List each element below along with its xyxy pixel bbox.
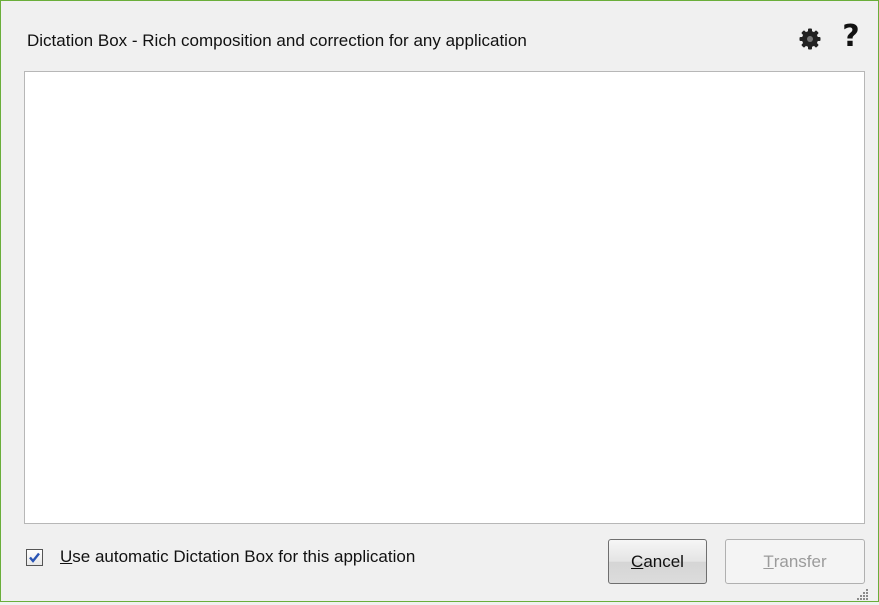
transfer-button[interactable]: Transfer — [725, 539, 865, 584]
dictation-text-area[interactable] — [24, 71, 865, 524]
dialog-title: Dictation Box - Rich composition and cor… — [27, 31, 527, 50]
auto-dictation-checkbox[interactable] — [26, 548, 43, 566]
auto-dictation-box-option[interactable]: Use automatic Dictation Box for this app… — [26, 547, 415, 567]
checkmark-icon — [29, 552, 40, 563]
auto-dictation-label: Use automatic Dictation Box for this app… — [60, 547, 416, 566]
dictation-box-window: Dictation Box - Rich composition and cor… — [0, 0, 879, 602]
resize-grip[interactable] — [857, 587, 869, 600]
gear-icon[interactable] — [798, 27, 822, 51]
cancel-button[interactable]: Cancel — [608, 539, 707, 584]
help-icon[interactable]: ? — [837, 19, 865, 55]
